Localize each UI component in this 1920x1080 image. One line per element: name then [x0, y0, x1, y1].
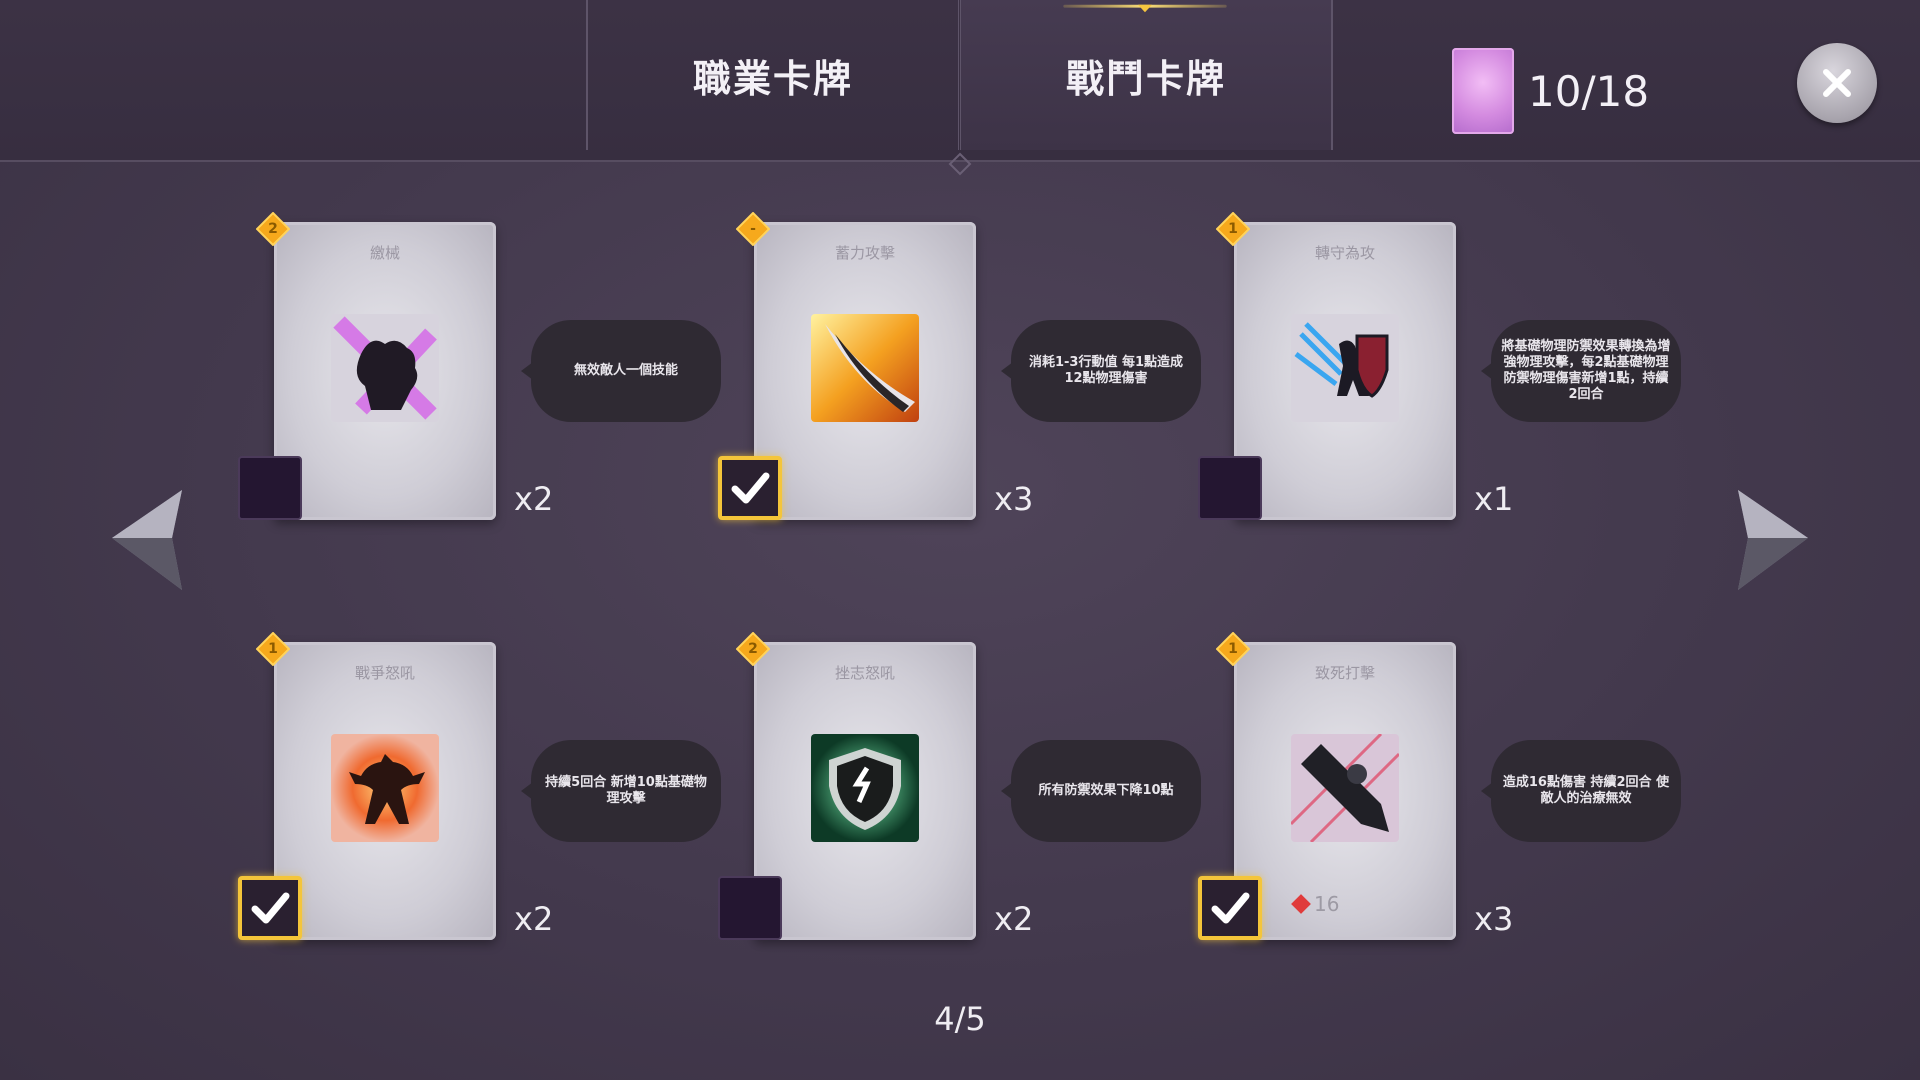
check-icon [251, 892, 290, 924]
cost-gem-icon [256, 632, 290, 666]
select-checkbox[interactable] [238, 876, 302, 940]
tab-battle-cards-label: 戰鬥卡牌 [1065, 56, 1226, 101]
card-quantity: x2 [514, 480, 554, 518]
cost-gem-icon [256, 212, 290, 246]
select-checkbox[interactable] [718, 876, 782, 940]
card-description: 將基礎物理防禦效果轉換為增強物理攻擊，每2點基礎物理防禦物理傷害新增1點，持續2… [1481, 320, 1681, 422]
top-bar: 職業卡牌 戰鬥卡牌 10/18 [0, 0, 1920, 162]
card-slot: 轉守為攻 1 將基礎物理防禦效果轉換為增強物理攻擊，每2點基礎物理防禦物理傷害新… [1198, 212, 1916, 522]
cost-gem-icon [736, 632, 770, 666]
card-description: 所有防禦效果下降10點 [1001, 740, 1201, 842]
select-checkbox[interactable] [1198, 456, 1262, 520]
select-checkbox[interactable] [1198, 876, 1262, 940]
prev-page-arrow-icon[interactable] [112, 490, 192, 590]
select-checkbox[interactable] [718, 456, 782, 520]
card-description: 持續5回合 新增10點基礎物理攻擊 [521, 740, 721, 842]
card-title: 轉守為攻 [1314, 244, 1375, 262]
divider-ornament [948, 152, 972, 176]
tab-class-cards[interactable]: 職業卡牌 [586, 0, 959, 150]
close-icon [1823, 69, 1851, 97]
blade-icon [811, 314, 919, 422]
card-stack-icon [1452, 48, 1514, 134]
cost-gem-icon [1216, 632, 1250, 666]
roar-icon [331, 734, 439, 842]
check-icon [731, 472, 770, 504]
card-slot: 致死打擊 16 1 造成16點傷害 持續2回合 使敵人的治療無效 x3 [1198, 632, 1916, 942]
dagger-icon [1291, 734, 1399, 842]
card-title: 蓄力攻擊 [834, 244, 895, 262]
card[interactable]: 致死打擊 16 [1234, 642, 1456, 940]
card-title: 挫志怒吼 [834, 664, 895, 682]
tab-class-cards-label: 職業卡牌 [692, 56, 853, 101]
card-quantity: x2 [994, 900, 1034, 938]
card-description: 造成16點傷害 持續2回合 使敵人的治療無效 [1481, 740, 1681, 842]
deck-counter: 10/18 [1452, 48, 1649, 134]
card-quantity: x1 [1474, 480, 1514, 518]
card-quantity: x3 [994, 480, 1034, 518]
card[interactable]: 繳械 [274, 222, 496, 520]
card-description: 無效敵人一個技能 [521, 320, 721, 422]
cost-gem-icon [736, 212, 770, 246]
cracked-shield-icon [811, 734, 919, 842]
attack-icon [1291, 894, 1311, 914]
card-title: 繳械 [369, 244, 400, 262]
card[interactable]: 轉守為攻 [1234, 222, 1456, 520]
card-quantity: x3 [1474, 900, 1514, 938]
card-description: 消耗1-3行動值 每1點造成12點物理傷害 [1001, 320, 1201, 422]
card-title: 戰爭怒吼 [354, 664, 415, 682]
card-quantity: x2 [514, 900, 554, 938]
select-checkbox[interactable] [238, 456, 302, 520]
card-title: 致死打擊 [1314, 664, 1375, 682]
shield-warrior-icon [1291, 314, 1399, 422]
attack-stat: 16 [1291, 892, 1340, 916]
fist-icon [331, 314, 439, 422]
card[interactable]: 蓄力攻擊 [754, 222, 976, 520]
check-icon [1211, 892, 1250, 924]
card[interactable]: 挫志怒吼 [754, 642, 976, 940]
close-button[interactable] [1797, 43, 1877, 123]
attack-value: 16 [1314, 892, 1340, 916]
cost-gem-icon [1216, 212, 1250, 246]
page-indicator: 4/5 [934, 1000, 986, 1038]
tab-battle-cards[interactable]: 戰鬥卡牌 [960, 0, 1333, 150]
deck-count: 10/18 [1528, 66, 1650, 116]
card[interactable]: 戰爭怒吼 [274, 642, 496, 940]
active-tab-indicator [1063, 4, 1227, 13]
